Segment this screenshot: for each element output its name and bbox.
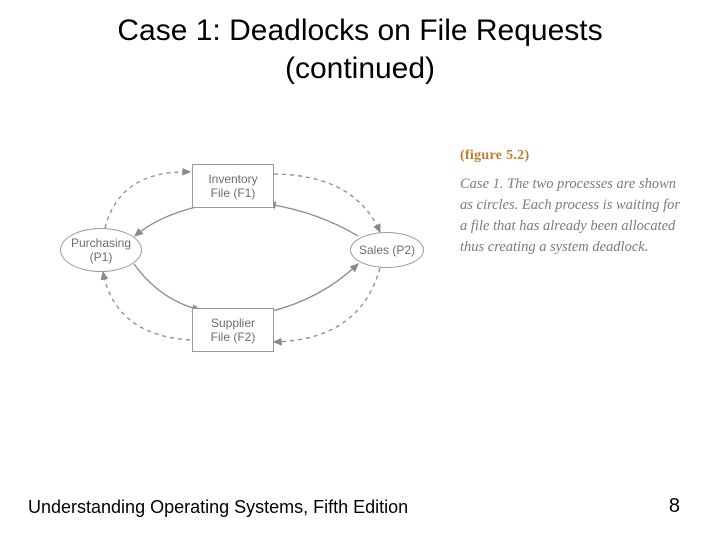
title-line-1: Case 1: Deadlocks on File Requests (117, 14, 602, 47)
slide: Case 1: Deadlocks on File Requests (cont… (0, 0, 720, 540)
node-f2: Supplier File (F2) (192, 308, 274, 352)
figure-text: Case 1. The two processes are shown as c… (460, 174, 690, 258)
node-p1-label: Purchasing (P1) (71, 236, 131, 265)
footer-book-title: Understanding Operating Systems, Fifth E… (28, 497, 408, 518)
node-p2: Sales (P2) (350, 232, 424, 268)
node-f2-label: Supplier File (F2) (211, 316, 256, 345)
figure-number: (figure 5.2) (460, 148, 690, 164)
deadlock-diagram: Purchasing (P1) Sales (P2) Inventory Fil… (60, 150, 430, 380)
slide-title: Case 1: Deadlocks on File Requests (cont… (0, 12, 720, 87)
title-line-2: (continued) (285, 52, 435, 85)
node-f1-label: Inventory File (F1) (208, 172, 257, 201)
footer-page-number: 8 (669, 495, 680, 518)
node-f1: Inventory File (F1) (192, 164, 274, 208)
node-p1: Purchasing (P1) (60, 228, 142, 272)
node-p2-label: Sales (P2) (359, 243, 415, 257)
figure-caption: (figure 5.2) Case 1. The two processes a… (460, 148, 690, 258)
